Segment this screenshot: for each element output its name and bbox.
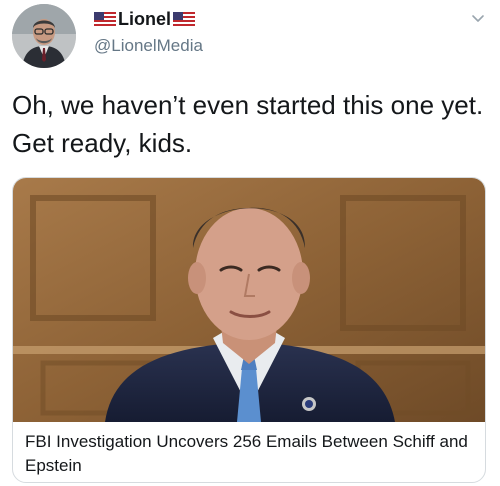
us-flag-icon	[94, 11, 116, 27]
avatar[interactable]	[12, 4, 76, 68]
tweet-text: Oh, we haven’t even started this one yet…	[12, 90, 484, 158]
news-photo-icon	[13, 178, 485, 422]
news-photo[interactable]	[13, 178, 485, 422]
user-avatar-icon	[12, 4, 76, 68]
display-name-row[interactable]: Lionel	[94, 8, 195, 30]
tweet: Lionel @LionelMedia Oh, we haven’t even …	[0, 0, 500, 486]
display-name: Lionel	[118, 8, 171, 29]
card-title[interactable]: FBI Investigation Uncovers 256 Emails Be…	[25, 430, 475, 478]
user-handle[interactable]: @LionelMedia	[94, 36, 203, 56]
us-flag-icon	[173, 11, 195, 27]
chevron-down-icon[interactable]	[470, 10, 486, 26]
link-card[interactable]: FBI Investigation Uncovers 256 Emails Be…	[12, 177, 486, 483]
